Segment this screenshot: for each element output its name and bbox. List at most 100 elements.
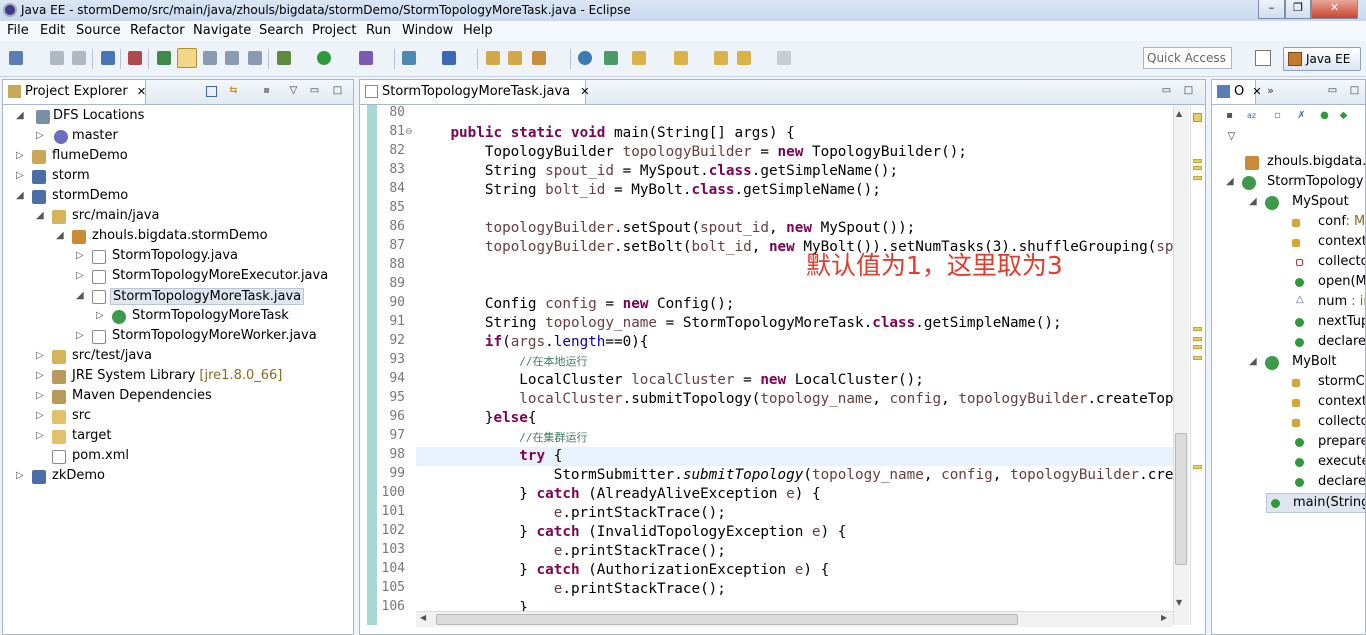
block-selection-icon[interactable]	[248, 51, 262, 65]
occurrence-marker[interactable]	[1193, 159, 1202, 163]
menu-refactor[interactable]: Refactor	[130, 23, 185, 38]
more-views-icon[interactable]: »	[1265, 85, 1276, 97]
tab-project-explorer[interactable]: Project Explorer ✕	[3, 80, 146, 104]
link-editor-icon[interactable]: ⇆	[228, 86, 239, 97]
scroll-down-arrow[interactable]: ▼	[1176, 598, 1182, 607]
hide-fields-icon[interactable]: ▫	[1272, 111, 1283, 122]
sort-icon[interactable]: az	[1246, 111, 1257, 122]
close-icon[interactable]: ✕	[580, 85, 589, 98]
debug-icon[interactable]	[277, 51, 291, 65]
occurrence-marker[interactable]	[1193, 356, 1202, 360]
dfs-icon	[36, 110, 50, 124]
horizontal-scroll-thumb[interactable]	[436, 614, 1018, 625]
occurrence-marker[interactable]	[1193, 327, 1202, 331]
warning-summary-icon[interactable]	[1193, 113, 1202, 122]
forward-icon[interactable]	[777, 51, 791, 65]
close-icon[interactable]: ✕	[137, 85, 146, 98]
fold-collapse-icon[interactable]: ⊖	[405, 127, 413, 137]
menu-window[interactable]: Window	[402, 23, 453, 38]
hide-local-types-icon[interactable]: ◆	[1338, 111, 1349, 122]
hide-nonpublic-icon[interactable]: ●	[1319, 111, 1330, 122]
outline-item-main[interactable]: main(String	[1266, 493, 1365, 513]
java-file-icon	[92, 330, 106, 344]
save-icon[interactable]	[50, 51, 64, 65]
collapse-all-icon[interactable]: ▪	[1224, 111, 1235, 122]
scroll-right-arrow[interactable]: ▶	[1161, 613, 1167, 622]
back-history-icon[interactable]	[714, 51, 728, 65]
line-number: 98	[389, 447, 405, 462]
perspective-java-ee-button[interactable]: Java EE	[1283, 47, 1361, 71]
minimize-view-icon[interactable]: ▭	[309, 86, 320, 97]
scroll-left-arrow[interactable]: ◀	[420, 613, 426, 622]
external-tools-icon[interactable]	[359, 51, 373, 65]
comment-cluster: //在集群运行	[519, 431, 588, 444]
view-menu-icon[interactable]: ▽	[288, 86, 299, 97]
quick-access-input[interactable]: Quick Access	[1143, 47, 1232, 69]
overview-ruler[interactable]	[1190, 105, 1205, 625]
minimize-editor-icon[interactable]: ▭	[1161, 86, 1172, 97]
scroll-up-arrow[interactable]: ▲	[1176, 109, 1182, 118]
show-whitespace-icon[interactable]	[225, 51, 239, 65]
new-icon[interactable]	[9, 51, 23, 65]
collapse-all-icon[interactable]	[206, 86, 217, 97]
word-wrap-icon[interactable]	[203, 51, 217, 65]
open-perspective-icon[interactable]	[1255, 50, 1271, 66]
toggle-breadcrumb-icon[interactable]	[157, 51, 171, 65]
hide-static-icon[interactable]: ✗	[1296, 111, 1307, 122]
editor-panel: StormTopologyMoreTask.java ✕ ▭ □ 80 81 82 8…	[359, 79, 1206, 635]
open-type-icon[interactable]	[486, 51, 500, 65]
skip-breakpoints-icon[interactable]	[128, 51, 142, 65]
occurrence-marker[interactable]	[1193, 337, 1202, 341]
maximize-view-icon[interactable]: □	[332, 86, 343, 97]
vertical-scroll-thumb[interactable]	[1175, 433, 1187, 565]
occurrence-marker[interactable]	[1193, 465, 1202, 469]
occurrence-marker[interactable]	[1193, 345, 1202, 349]
menu-source[interactable]: Source	[76, 23, 121, 38]
field-icon	[1292, 419, 1300, 427]
occurrence-marker[interactable]	[1193, 166, 1202, 170]
menu-navigate[interactable]: Navigate	[193, 23, 251, 38]
java-file-icon	[365, 85, 378, 98]
web-browser-icon[interactable]	[578, 51, 592, 65]
maximize-editor-icon[interactable]: □	[1183, 86, 1194, 97]
field-icon	[1292, 239, 1300, 247]
minimize-view-icon[interactable]: ▭	[1327, 86, 1338, 97]
menu-run[interactable]: Run	[366, 23, 391, 38]
new-class-icon[interactable]	[442, 51, 456, 65]
default-field-icon: △	[1296, 294, 1304, 305]
method-icon	[1271, 499, 1280, 508]
tab-stormtopologymoretask[interactable]: StormTopologyMoreTask.java ✕	[360, 80, 590, 104]
search-icon[interactable]	[532, 51, 546, 65]
package-declaration-icon	[1245, 156, 1259, 170]
close-button[interactable]: ✕	[1311, 0, 1358, 19]
jre-version-decoration: [jre1.8.0_66]	[199, 368, 283, 383]
library-icon	[52, 390, 66, 404]
last-edit-icon[interactable]	[632, 51, 646, 65]
terminal-icon[interactable]	[101, 51, 115, 65]
java-file-icon	[92, 290, 106, 304]
menu-search[interactable]: Search	[259, 23, 304, 38]
back-icon[interactable]	[737, 51, 751, 65]
new-java-project-icon[interactable]	[402, 51, 416, 65]
tab-outline[interactable]: O ✕	[1212, 80, 1262, 104]
maximize-view-icon[interactable]: □	[1349, 86, 1360, 97]
occurrence-marker[interactable]	[1193, 176, 1202, 180]
filter-icon[interactable]: ▪	[261, 86, 272, 97]
menu-file[interactable]: File	[7, 23, 29, 38]
menu-edit[interactable]: Edit	[40, 23, 65, 38]
maximize-button[interactable]: ❐	[1285, 0, 1311, 19]
next-annotation-icon[interactable]	[604, 51, 618, 65]
menu-help[interactable]: Help	[463, 23, 493, 38]
line-number: 102	[381, 523, 405, 538]
minimize-button[interactable]: –	[1258, 0, 1285, 19]
mark-occurrences-icon[interactable]	[177, 48, 197, 68]
run-icon[interactable]	[317, 51, 331, 65]
previous-annotation-icon[interactable]	[674, 51, 688, 65]
code-area[interactable]: public static void main(String[] args) {…	[416, 105, 1173, 625]
line-number: 88	[389, 257, 405, 272]
view-menu-icon[interactable]: ▽	[1226, 132, 1237, 143]
close-icon[interactable]: ✕	[1252, 85, 1261, 98]
open-task-icon[interactable]	[508, 51, 522, 65]
save-all-icon[interactable]	[72, 51, 86, 65]
menu-project[interactable]: Project	[312, 23, 356, 38]
